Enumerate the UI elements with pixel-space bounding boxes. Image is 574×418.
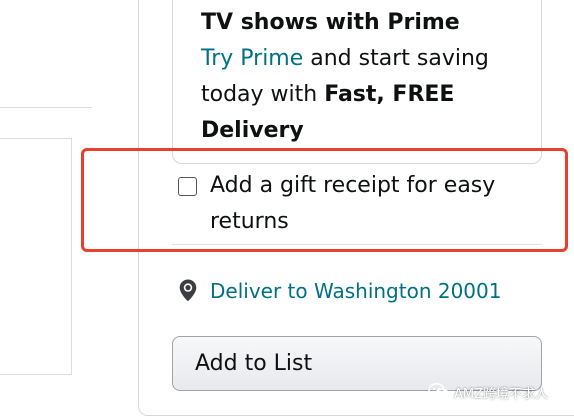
prime-promo-text-2: today with	[201, 82, 325, 107]
prime-promo-line3: today with Fast, FREE	[201, 77, 541, 113]
annotation-highlight-box	[81, 148, 568, 252]
location-pin-icon	[179, 279, 197, 301]
deliver-to-label[interactable]: Deliver to Washington 20001	[210, 279, 501, 303]
wechat-icon	[428, 383, 450, 401]
left-panel	[0, 138, 72, 375]
watermark-text: AMZ跨境不求人	[454, 386, 549, 402]
add-to-list-label: Add to List	[195, 351, 313, 376]
watermark: AMZ跨境不求人	[428, 378, 548, 406]
left-divider	[0, 107, 92, 108]
prime-promo-card: TV shows with Prime Try Prime and start …	[172, 0, 542, 164]
prime-promo-line2: Try Prime and start saving	[201, 41, 541, 77]
row-divider	[172, 244, 542, 245]
try-prime-link[interactable]: Try Prime	[201, 46, 303, 71]
deliver-to-link[interactable]: Deliver to Washington 20001	[176, 276, 501, 306]
prime-promo-text: and start saving	[303, 46, 489, 71]
fast-free-text: Fast, FREE	[324, 82, 455, 107]
prime-promo-heading: TV shows with Prime	[201, 10, 460, 35]
delivery-text: Delivery	[201, 118, 304, 143]
